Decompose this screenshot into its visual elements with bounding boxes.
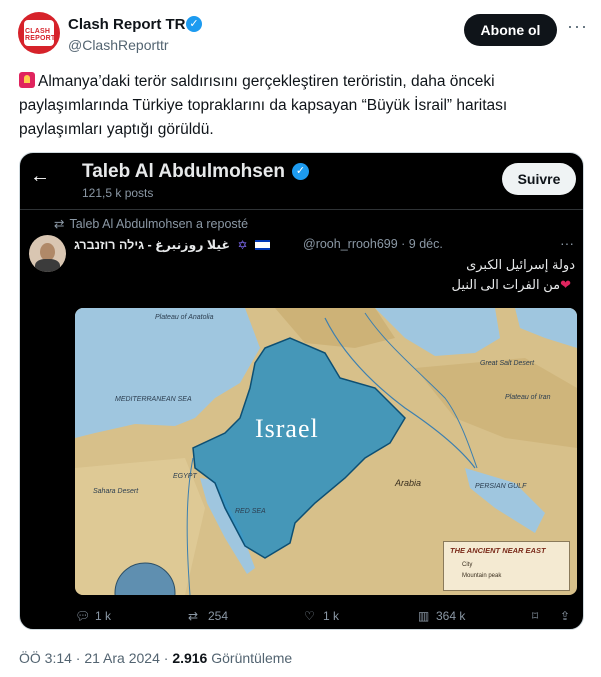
embedded-likes-count: 1 k (323, 609, 340, 623)
map-legend-title: THE ANCIENT NEAR EAST (450, 546, 546, 555)
tweet-body: Almanya’daki terör saldırısını gerçekleş… (19, 73, 508, 138)
map-label-egypt: EGYPT (173, 473, 197, 480)
embedded-repost-line: ⇄ Taleb Al Abdulmohsen a reposté (54, 216, 248, 231)
avatar-body (35, 259, 60, 272)
map-label-arabia: Arabia (395, 478, 422, 488)
verified-badge-icon: ✓ (186, 16, 202, 32)
tweet-timestamp[interactable]: ÖÖ 3:14 · 21 Ara 2024 · (19, 650, 172, 666)
back-arrow-icon: ← (30, 165, 50, 187)
embedded-text-line2: ❤من الفرات الى النيل (452, 277, 575, 293)
embedded-repost-text: Taleb Al Abdulmohsen a reposté (69, 217, 249, 231)
embedded-repost-action-icon: ⇄ (188, 609, 199, 623)
embedded-divider (20, 209, 583, 210)
views-count: 2.916 (172, 650, 208, 666)
map-label-med-sea: MEDITERRANEAN SEA (115, 396, 192, 403)
embedded-user-meta: @rooh_rrooh699 · 9 déc. (303, 237, 443, 251)
embedded-screenshot[interactable]: ← Taleb Al Abdulmohsen ✓ 121,5 k posts S… (19, 152, 584, 630)
avatar[interactable]: CLASH REPORT (18, 12, 60, 54)
author-name[interactable]: Clash Report TR (68, 16, 186, 33)
embedded-views-icon: ▥ (418, 609, 430, 623)
map-label-israel: Israel (255, 414, 319, 443)
embedded-like-icon: ♡ (304, 609, 315, 623)
map-label-persian-gulf: PERSIAN GULF (475, 483, 527, 490)
map-label-red-sea: RED SEA (235, 508, 266, 515)
embedded-share-icon: ⇪ (560, 609, 571, 623)
follow-button[interactable]: Abone ol (464, 14, 557, 46)
map-legend-city: City (462, 562, 473, 568)
embedded-follow-button: Suivre (502, 163, 576, 195)
embedded-verified-icon: ✓ (292, 163, 309, 180)
embedded-text-line1: دولة إسرائيل الكبرى (466, 257, 575, 272)
embedded-reposts-count: 254 (208, 609, 229, 623)
tweet-footer: ÖÖ 3:14 · 21 Ara 2024 · 2.916 Görüntülem… (19, 650, 292, 666)
embedded-action-bar: 💬︎ 1 k ⇄ 254 ♡ 1 k ▥ 364 k ⌑ ⇪ (20, 605, 583, 629)
embedded-user-display: غيلا روزنبرغ - גילה רוזנברג ✡ (74, 237, 271, 252)
tweet-text: Almanya’daki terör saldırısını gerçekleş… (19, 70, 584, 142)
map-legend-mountain: Mountain peak (462, 573, 502, 579)
embedded-text-line2-text: من الفرات الى النيل (451, 277, 561, 292)
more-options-icon[interactable]: ··· (567, 16, 588, 37)
repost-icon: ⇄ (54, 217, 65, 231)
heart-icon: ❤ (560, 277, 571, 292)
embedded-profile-name: Taleb Al Abdulmohsen (82, 161, 286, 182)
author-handle[interactable]: @ClashReporttr (68, 37, 169, 53)
embedded-user-avatar (29, 235, 66, 272)
avatar-logo-text: CLASH REPORT (25, 28, 56, 42)
embedded-more-icon: ··· (560, 235, 574, 251)
embedded-bookmark-icon: ⌑ (532, 609, 539, 623)
map-label-sahara: Sahara Desert (93, 488, 139, 495)
tweet-header: CLASH REPORT Clash Report TR ✓ @ClashRep… (0, 0, 601, 60)
views-label: Görüntüleme (207, 650, 293, 666)
map-legend: THE ANCIENT NEAR EAST City Mountain peak (443, 541, 570, 591)
embedded-views-count: 364 k (436, 609, 466, 623)
map-label-great-salt: Great Salt Desert (480, 360, 535, 367)
siren-icon (19, 72, 35, 88)
map-label-iran: Plateau of Iran (505, 394, 551, 401)
greater-israel-map-image: MEDITERRANEAN SEA Sahara Desert Plateau … (75, 308, 577, 595)
embedded-reply-icon: 💬︎ (75, 609, 91, 623)
embedded-user-name: غيلا روزنبرغ - גילה רוזנברג (74, 238, 231, 252)
star-of-david-icon: ✡ (237, 238, 248, 252)
embedded-posts-count: 121,5 k posts (82, 186, 154, 200)
embedded-replies-count: 1 k (95, 609, 112, 623)
israel-flag-icon (255, 240, 271, 250)
map-label-anatolia: Plateau of Anatolia (155, 314, 214, 321)
